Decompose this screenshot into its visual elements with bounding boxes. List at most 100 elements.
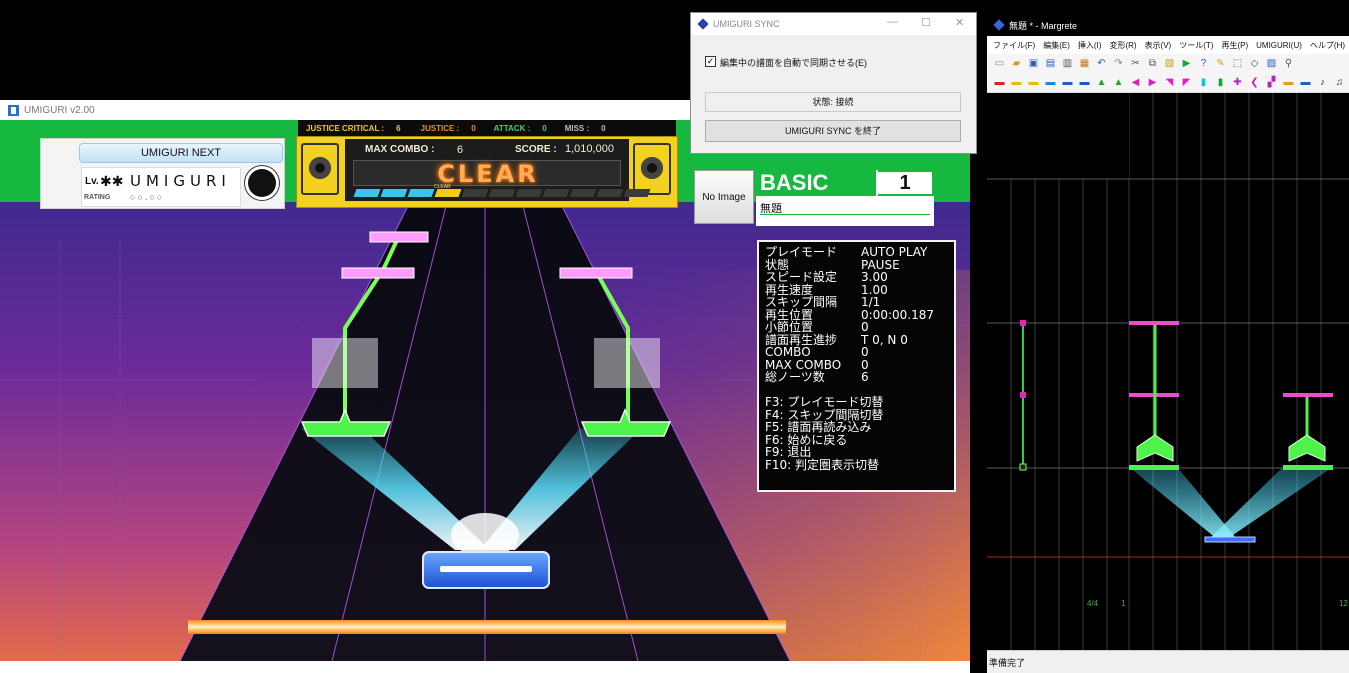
- max-combo-label: MAX COMBO :: [365, 144, 435, 155]
- damage-note-icon[interactable]: ▬: [1044, 77, 1057, 89]
- print-icon[interactable]: ▥: [1061, 58, 1074, 70]
- timesig-icon[interactable]: ♪: [1316, 77, 1329, 89]
- left-icon[interactable]: ▬: [1282, 77, 1295, 89]
- note-icon[interactable]: ♫: [1333, 77, 1346, 89]
- redo-icon[interactable]: ↷: [1112, 58, 1125, 70]
- sync-titlebar[interactable]: UMIGURI SYNC — ☐ ✕: [691, 13, 976, 35]
- judgement-value: 6: [396, 123, 401, 133]
- chart-editor-graphic: 4/4 1 12: [987, 93, 1349, 650]
- umiguri-app-icon: [8, 104, 19, 116]
- info-value: 3.00: [861, 270, 888, 284]
- info-key: プレイモード: [765, 245, 838, 259]
- info-value: 6: [861, 370, 869, 384]
- cut-icon[interactable]: ✂: [1129, 58, 1142, 70]
- umiguri-window: UMIGURI v2.00 UMIGURI NEXT Lv. ✱✱ UMIGUR…: [0, 100, 970, 673]
- tap-note-icon[interactable]: ▬: [993, 77, 1006, 89]
- menu-item[interactable]: 挿入(I): [1078, 40, 1102, 51]
- sync-window-title: UMIGURI SYNC: [713, 19, 780, 29]
- auto-sync-label[interactable]: 編集中の譜面を自動で同期させる(E): [720, 56, 867, 69]
- open-folder-icon[interactable]: ▰: [1010, 58, 1023, 70]
- save-icon[interactable]: ▣: [1027, 58, 1040, 70]
- pen-icon[interactable]: ✎: [1214, 58, 1227, 70]
- auto-sync-checkbox[interactable]: ✓: [705, 56, 716, 67]
- maximize-icon[interactable]: ☐: [921, 16, 931, 29]
- judgement-label: ATTACK :: [493, 123, 531, 133]
- judgement-value: 0: [542, 123, 547, 133]
- shortcut-item: F9: 退出: [765, 445, 812, 459]
- air-hold-icon[interactable]: ▮: [1197, 77, 1210, 89]
- shortcut-list: F3: プレイモード切替 F4: スキップ間隔切替 F5: 譜面再読み込み F6: 始…: [765, 396, 948, 471]
- info-value: 0: [861, 357, 869, 372]
- right-icon[interactable]: ▬: [1299, 77, 1312, 89]
- air-up-icon[interactable]: ▲: [1095, 77, 1108, 89]
- paste-icon[interactable]: ▧: [1163, 58, 1176, 70]
- play-icon[interactable]: ▶: [1180, 58, 1193, 70]
- flick-note-icon[interactable]: ▬: [1027, 77, 1040, 89]
- air-ul-icon[interactable]: ◥: [1163, 77, 1176, 89]
- clear-board: CLEAR: [353, 160, 621, 188]
- gauge-cell: [542, 189, 570, 197]
- menu-item[interactable]: ツール(T): [1179, 40, 1213, 51]
- gauge-cell: [569, 189, 597, 197]
- end-sync-button[interactable]: UMIGURI SYNC を終了: [705, 120, 961, 142]
- eraser-icon[interactable]: ◇: [1248, 58, 1261, 70]
- debug-info-panel: プレイモード AUTO PLAY 状態 PAUSE スピード設定 3.00 再生速度 1.00…: [757, 240, 956, 492]
- air-down-icon[interactable]: ▲: [1112, 77, 1125, 89]
- margrete-toolbar-notes: ▬ ▬ ▬ ▬ ▬ ▬ ▲ ▲ ◀ ▶ ◥ ◤ ▮ ▮ ✚ ❮ ▞ ▬ ▬ ♪ ♫: [987, 73, 1349, 93]
- margrete-toolbar-main: ▭ ▰ ▣ ▤ ▥ ▦ ↶ ↷ ✂ ⧉ ▧ ▶? ✎ ⬚ ◇ ▨ ⚲: [987, 54, 1349, 74]
- menu-item[interactable]: 変形(R): [1109, 40, 1136, 51]
- game-viewport[interactable]: UMIGURI NEXT Lv. ✱✱ UMIGURI RATING ○○.○○…: [0, 120, 970, 661]
- margrete-menubar: ファイル(F) 編集(E) 挿入(I) 変形(R) 表示(V) ツール(T) 再生(P) UM…: [987, 36, 1349, 54]
- sync-app-icon: [697, 18, 709, 30]
- close-icon[interactable]: ✕: [955, 16, 964, 29]
- margrete-titlebar[interactable]: 無題 * - Margrete: [987, 14, 1349, 36]
- hold-note-icon[interactable]: ▬: [1061, 77, 1074, 89]
- air-ur-icon[interactable]: ◤: [1180, 77, 1193, 89]
- chart-editor-canvas[interactable]: 4/4 1 12: [987, 93, 1349, 650]
- ex-note-icon[interactable]: ▬: [1010, 77, 1023, 89]
- export-icon[interactable]: ▦: [1078, 58, 1091, 70]
- zoom-icon[interactable]: ⚲: [1282, 58, 1295, 70]
- shortcut-item: F10: 判定圏表示切替: [765, 457, 880, 472]
- clear-text: CLEAR: [437, 160, 539, 188]
- menu-item[interactable]: 表示(V): [1145, 40, 1172, 51]
- rating-value: ○○.○○: [130, 192, 165, 202]
- gauge-cell: [515, 189, 543, 197]
- air-action-icon[interactable]: ▮: [1214, 77, 1227, 89]
- score-value: 1,010,000: [565, 143, 614, 155]
- crash-icon[interactable]: ✚: [1231, 77, 1244, 89]
- copy-icon[interactable]: ⧉: [1146, 58, 1159, 70]
- slide-note-icon[interactable]: ▬: [1078, 77, 1091, 89]
- player-name: UMIGURI: [130, 172, 231, 190]
- shortcut-item: F5: 譜面再読み込み: [765, 420, 872, 434]
- menu-item[interactable]: ヘルプ(H): [1310, 40, 1345, 51]
- umiguri-next-button[interactable]: UMIGURI NEXT: [79, 143, 283, 163]
- info-value: AUTO PLAY: [861, 245, 928, 259]
- new-file-icon[interactable]: ▭: [993, 58, 1006, 70]
- right-speaker-icon: [633, 143, 671, 195]
- air-left-icon[interactable]: ◀: [1129, 77, 1142, 89]
- minimize-icon[interactable]: —: [887, 16, 898, 28]
- info-table: プレイモード AUTO PLAY 状態 PAUSE スピード設定 3.00 再生速度 1.00…: [765, 246, 948, 384]
- judgement-label: MISS :: [564, 123, 590, 133]
- menu-item[interactable]: 編集(E): [1043, 40, 1070, 51]
- air-right-icon[interactable]: ▶: [1146, 77, 1159, 89]
- menu-item[interactable]: 再生(P): [1221, 40, 1248, 51]
- copy-doc-icon[interactable]: ▤: [1044, 58, 1057, 70]
- difficulty-name: BASIC: [756, 170, 876, 196]
- umiguri-sync-dialog: UMIGURI SYNC — ☐ ✕ ✓ 編集中の譜面を自動で同期させる(E) …: [690, 12, 977, 154]
- undo-icon[interactable]: ↶: [1095, 58, 1108, 70]
- menu-item[interactable]: UMIGURI(U): [1256, 41, 1302, 50]
- help-icon[interactable]: ?: [1197, 58, 1210, 70]
- menu-item[interactable]: ファイル(F): [993, 40, 1035, 51]
- gauge-cell: [353, 189, 381, 197]
- title-underline: [760, 214, 930, 215]
- margrete-app-icon: [993, 19, 1005, 31]
- sync-status: 状態: 接続: [705, 92, 961, 112]
- fill-icon[interactable]: ▨: [1265, 58, 1278, 70]
- difficulty-level-box: 1: [878, 170, 934, 196]
- time-signature-label: 4/4: [1087, 599, 1099, 608]
- bpm-icon[interactable]: ❮: [1248, 77, 1261, 89]
- select-icon[interactable]: ⬚: [1231, 58, 1244, 70]
- speed-icon[interactable]: ▞: [1265, 77, 1278, 89]
